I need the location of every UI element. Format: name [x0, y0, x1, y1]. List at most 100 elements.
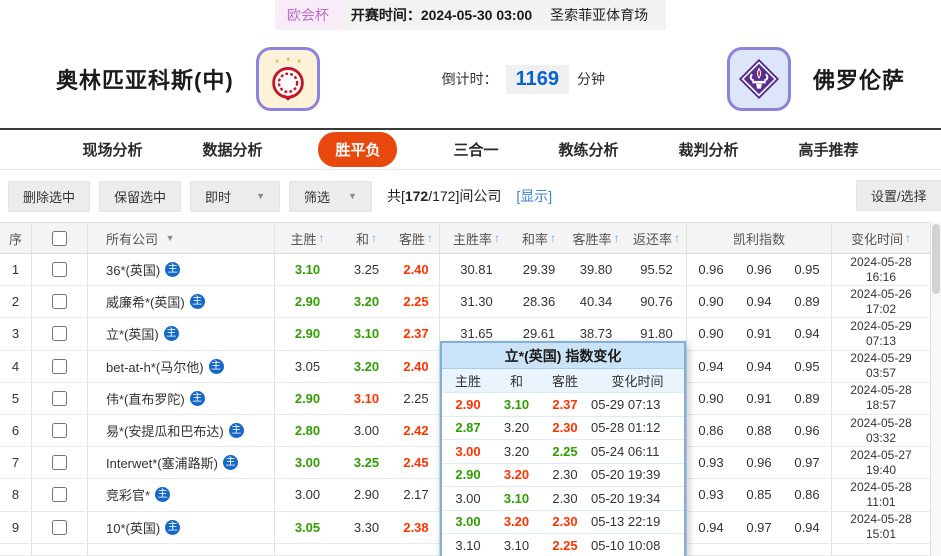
col-change-time[interactable]: 变化时间 ↑ — [832, 223, 930, 253]
col-home-odds[interactable]: 主胜 ↑ — [275, 223, 340, 253]
nav-tab-4[interactable]: 教练分析 — [555, 132, 623, 167]
kelly-indices: 0.93 0.85 0.86 — [687, 479, 832, 511]
sort-asc-icon: ↑ — [494, 231, 500, 245]
kelly-indices: 0.90 0.94 0.89 — [687, 286, 832, 318]
popup-row: 3.00 3.10 2.30 05-20 19:34 — [442, 487, 684, 511]
row-checkbox-cell — [32, 511, 88, 543]
kelly-indices: 0.86 0.88 0.96 — [687, 414, 832, 447]
row-checkbox-cell — [32, 414, 88, 447]
popup-draw-odds: 3.20 — [503, 443, 530, 459]
away-odds: 2.25 — [393, 382, 440, 414]
home-odds: 2.90 — [294, 390, 321, 406]
home-team-name: 奥林匹亚科斯(中) — [56, 68, 234, 93]
popup-draw-odds: 3.10 — [503, 537, 530, 553]
col-away-rate[interactable]: 客胜率 ↑ — [565, 223, 627, 253]
col-away-odds[interactable]: 客胜 ↑ — [393, 223, 440, 253]
nav-tab-5[interactable]: 裁判分析 — [675, 132, 743, 167]
draw-odds: 3.25 — [353, 455, 380, 471]
row-checkbox[interactable] — [52, 519, 67, 535]
popup-change-time: 05-29 07:13 — [591, 396, 661, 412]
row-checkbox-cell — [32, 382, 88, 414]
col-return-rate[interactable]: 返还率 ↑ — [627, 223, 687, 253]
company-name-cell[interactable]: 36*(英国) 主 — [88, 254, 275, 286]
scrollbar-thumb[interactable] — [932, 224, 940, 294]
col-draw-rate[interactable]: 和率 ↑ — [513, 223, 565, 253]
popup-home-odds: 3.00 — [455, 490, 481, 506]
keep-selected-button[interactable]: 保留选中 — [99, 180, 182, 212]
sort-asc-icon: ↑ — [905, 231, 911, 245]
filter-dropdown[interactable]: 筛选 ▼ — [289, 180, 372, 212]
company-name-cell[interactable]: 伟*(直布罗陀) 主 — [88, 382, 275, 414]
draw-odds: 3.10 — [353, 390, 380, 406]
nav-tab-2[interactable]: 胜平负 — [318, 132, 398, 167]
row-checkbox[interactable] — [52, 358, 67, 374]
home-odds: 3.05 — [294, 358, 321, 374]
draw-odds: 3.20 — [353, 358, 380, 374]
company-name: 立*(英国) — [106, 327, 159, 343]
countdown-unit: 分钟 — [577, 71, 606, 87]
change-time: 2024-05-27 19:40 — [850, 447, 912, 477]
row-checkbox-cell — [32, 350, 88, 382]
col-home-rate[interactable]: 主胜率 ↑ — [440, 223, 513, 253]
col-draw-odds[interactable]: 和 ↑ — [340, 223, 393, 253]
select-all-checkbox[interactable] — [52, 230, 67, 246]
company-name-cell[interactable]: 10*(英国) 主 — [88, 511, 275, 543]
row-checkbox[interactable] — [52, 455, 67, 471]
instant-dropdown[interactable]: 即时 ▼ — [190, 180, 281, 212]
col-company[interactable]: 所有公司 ▼ — [88, 223, 275, 253]
nav-tab-1[interactable]: 数据分析 — [198, 132, 266, 167]
kelly-indices: 0.93 0.96 0.97 — [687, 447, 832, 479]
away-odds: 2.25 — [393, 286, 440, 318]
company-name: 36*(英国) — [106, 263, 161, 279]
popup-change-time: 05-20 19:39 — [591, 467, 661, 483]
row-checkbox[interactable] — [52, 294, 67, 310]
company-name-cell[interactable]: 立*(英国) 主 — [88, 318, 275, 350]
away-team-logo-icon — [726, 47, 791, 111]
company-name: 伟*(直布罗陀) — [106, 391, 185, 407]
nav-tab-0[interactable]: 现场分析 — [78, 132, 146, 167]
main-company-icon: 主 — [165, 262, 181, 278]
company-name-cell[interactable]: bet-at-h*(马尔他) 主 — [88, 350, 275, 382]
show-link[interactable]: [显示] — [516, 186, 552, 206]
sort-asc-icon: ↑ — [318, 231, 325, 245]
nav-tab-3[interactable]: 三合一 — [449, 132, 502, 167]
away-team: 佛罗伦萨 — [726, 47, 905, 111]
settings-select-button[interactable]: 设置/选择 — [856, 180, 941, 211]
league-badge[interactable]: 欧会杯 — [274, 0, 341, 30]
kelly-indices: 0.94 0.97 0.94 — [687, 511, 832, 543]
popup-draw-odds: 3.10 — [503, 396, 530, 412]
analysis-nav: 现场分析 数据分析 胜平负 三合一 教练分析 裁判分析 高手推荐 — [0, 128, 941, 170]
sort-asc-icon: ↑ — [427, 231, 433, 245]
popup-change-time: 05-10 10:08 — [591, 537, 661, 553]
row-checkbox[interactable] — [52, 487, 67, 503]
row-checkbox[interactable] — [52, 326, 67, 342]
row-checkbox[interactable] — [52, 390, 67, 406]
away-odds: 2.42 — [393, 414, 440, 447]
col-index: 序 — [0, 223, 32, 253]
company-name-cell[interactable]: 威廉希*(英国) 主 — [88, 286, 275, 318]
return-rate: 90.76 — [627, 286, 687, 318]
row-index: 2 — [0, 286, 32, 318]
odds-change-popup: 立*(英国) 指数变化 主胜 和 客胜 变化时间 2.90 3.10 2.37 … — [440, 341, 686, 556]
popup-row: 2.87 3.20 2.30 05-28 01:12 — [442, 417, 684, 440]
kickoff-time: 开赛时间：2024-05-30 03:00 — [350, 7, 533, 23]
company-name-cell[interactable]: Interwet*(塞浦路斯) 主 — [88, 447, 275, 479]
kelly-indices: 0.94 0.94 0.95 — [687, 350, 832, 382]
nav-tab-6[interactable]: 高手推荐 — [795, 132, 863, 167]
row-checkbox[interactable] — [52, 262, 67, 278]
company-name-cell[interactable]: 易*(安提瓜和巴布达) 主 — [88, 414, 275, 447]
popup-col-time: 变化时间 — [611, 374, 664, 389]
row-checkbox[interactable] — [52, 423, 67, 439]
change-time: 2024-05-28 15:01 — [850, 512, 912, 542]
company-name: 竞彩官* — [106, 488, 151, 504]
row-index: 8 — [0, 479, 32, 511]
vertical-scrollbar[interactable] — [930, 222, 941, 556]
popup-title: 立*(英国) 指数变化 — [442, 343, 684, 369]
delete-selected-button[interactable]: 删除选中 — [8, 180, 91, 212]
col-kelly: 凯利指数 — [687, 223, 832, 253]
change-time: 2024-05-29 03:57 — [850, 351, 912, 381]
change-time: 2024-05-28 11:01 — [850, 479, 912, 509]
away-odds: 2.40 — [393, 254, 440, 286]
odds-table-row: 1 36*(英国) 主 3.10 3.25 2.40 30.81 29.39 39… — [0, 254, 941, 287]
company-name-cell[interactable]: 竞彩官* 主 — [88, 479, 275, 511]
